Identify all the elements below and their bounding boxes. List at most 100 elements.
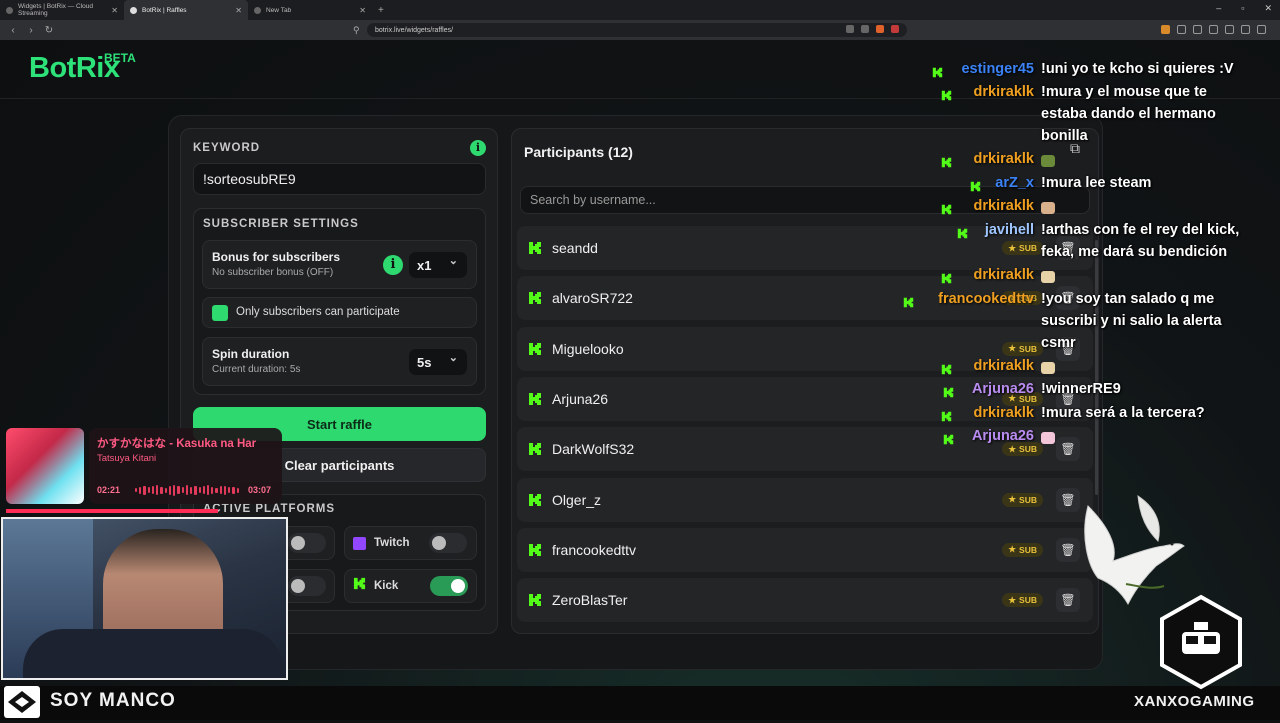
keyword-input[interactable]: !sorteosubRE9 — [193, 163, 486, 195]
song-title: かすかなはな - Kasuka na Har — [97, 438, 257, 450]
subscriber-settings-label: SUBSCRIBER SETTINGS — [203, 218, 359, 230]
song-artist: Tatsuya Kitani — [97, 453, 157, 464]
extension-icons — [1161, 25, 1266, 34]
chat-emote — [1041, 202, 1055, 214]
participant-name: DarkWolfS32 — [552, 441, 635, 458]
album-art — [6, 428, 84, 504]
chat-message: !mura y el mouse que te — [1041, 84, 1207, 100]
chat-username: drkiraklk — [973, 198, 1034, 214]
sub-badge: ★ SUB — [1002, 542, 1043, 557]
participants-title: Participants (12) — [524, 144, 633, 160]
sub-badge-label: SUB — [1019, 343, 1037, 354]
search-placeholder: Search by username... — [530, 193, 656, 207]
chat-message: !uni yo te kcho si quieres :V — [1041, 61, 1234, 77]
keyword-value: !sorteosubRE9 — [203, 171, 296, 187]
kick-icon — [941, 271, 952, 284]
chat-username: arZ_x — [995, 175, 1034, 191]
url-icons — [846, 25, 899, 33]
trash-icon: 🗑 — [1060, 442, 1076, 457]
reload-icon[interactable]: ↻ — [44, 25, 54, 36]
rewards-icon[interactable] — [891, 25, 899, 33]
close-window-icon[interactable]: ✕ — [1264, 3, 1272, 14]
webcam-feed — [1, 517, 288, 680]
chat-username: estinger45 — [961, 61, 1034, 77]
restore-icon[interactable]: ▫ — [1241, 3, 1244, 14]
forward-icon[interactable]: › — [26, 25, 36, 36]
chat-message: !winnerRE9 — [1041, 381, 1121, 397]
scrollbar[interactable] — [1095, 240, 1098, 495]
bonus-select[interactable]: x1 ⌄ — [409, 252, 467, 278]
chat-emote — [1041, 362, 1055, 374]
twitch-toggle[interactable] — [429, 533, 467, 553]
menu-icon[interactable] — [1257, 25, 1266, 34]
delete-participant-button[interactable]: 🗑 — [1056, 437, 1080, 462]
chat-emote — [1041, 432, 1055, 444]
other-toggle[interactable] — [288, 576, 326, 596]
song-current-time: 02:21 — [97, 485, 121, 495]
participant-row: francookedttv ★ SUB 🗑 — [517, 527, 1093, 572]
star-icon: ★ — [1008, 242, 1017, 253]
extension-icon[interactable] — [1161, 25, 1170, 34]
bookmark-icon[interactable]: ⚲ — [353, 25, 360, 36]
zoom-icon[interactable] — [846, 25, 854, 33]
extension-icon[interactable] — [1193, 25, 1202, 34]
spin-select[interactable]: 5s ⌄ — [409, 349, 467, 375]
spin-value: 5s — [417, 354, 432, 370]
new-tab-icon[interactable]: + — [378, 5, 384, 16]
streamer-shirt — [23, 629, 283, 678]
bonus-subtitle: No subscriber bonus (OFF) — [212, 267, 334, 278]
kick-icon — [528, 342, 542, 356]
chat-emote — [1041, 271, 1055, 283]
tab-label: New Tab — [266, 6, 292, 14]
extension-icon[interactable] — [1177, 25, 1186, 34]
chat-message: estaba dando el hermano — [1041, 106, 1216, 122]
brand-name: XANXOGAMING — [1134, 693, 1255, 710]
star-icon: ★ — [1008, 544, 1017, 555]
kick-icon — [932, 65, 943, 78]
address-bar[interactable]: ⚲ botrix.live/widgets/raffles/ — [353, 23, 907, 37]
youtube-toggle[interactable] — [288, 533, 326, 553]
sidebar-icon[interactable] — [1225, 25, 1234, 34]
dove-image — [1068, 486, 1188, 610]
star-icon: ★ — [1008, 594, 1017, 605]
brave-shield-icon[interactable] — [876, 25, 884, 33]
kick-icon — [943, 432, 954, 445]
close-icon[interactable]: ✕ — [235, 6, 242, 15]
sub-badge: ★ SUB — [1002, 593, 1043, 608]
tab-label: Widgets | BotRix — Cloud Streaming — [18, 3, 94, 17]
chat-message: !you soy tan salado q me — [1041, 291, 1215, 307]
song-progress-bar — [6, 509, 218, 513]
participant-row: ZeroBlasTer ★ SUB 🗑 — [517, 578, 1093, 623]
star-icon: ★ — [1008, 443, 1017, 454]
minimize-icon[interactable]: – — [1216, 3, 1221, 14]
tab-raffles[interactable]: BotRix | Raffles ✕ — [124, 0, 248, 20]
sub-badge: ★ SUB — [1002, 341, 1043, 356]
info-icon[interactable]: i — [383, 255, 403, 275]
tab-widgets[interactable]: Widgets | BotRix — Cloud Streaming ✕ — [0, 0, 124, 20]
kick-toggle[interactable] — [430, 576, 468, 596]
chat-message: bonilla — [1041, 128, 1088, 144]
participant-name: ZeroBlasTer — [552, 592, 628, 609]
extension-icon[interactable] — [1209, 25, 1218, 34]
spin-title: Spin duration — [212, 347, 290, 361]
browser-tab-bar: Widgets | BotRix — Cloud Streaming ✕ BotR… — [0, 0, 1280, 20]
twitch-label: Twitch — [374, 537, 410, 549]
share-icon[interactable] — [861, 25, 869, 33]
sub-badge-label: SUB — [1019, 595, 1037, 606]
participant-name: alvaroSR722 — [552, 290, 633, 307]
only-subs-checkbox[interactable] — [212, 305, 228, 321]
wallet-icon[interactable] — [1241, 25, 1250, 34]
tab-new[interactable]: New Tab ✕ — [248, 0, 372, 20]
toggle-knob — [451, 579, 465, 593]
kick-icon — [903, 295, 914, 308]
kick-icon — [353, 577, 366, 595]
close-icon[interactable]: ✕ — [111, 6, 118, 15]
kick-icon — [941, 409, 952, 422]
participant-name: seandd — [552, 240, 598, 256]
kick-icon — [941, 202, 952, 215]
back-icon[interactable]: ‹ — [8, 25, 18, 36]
toggle-knob — [291, 579, 305, 593]
close-icon[interactable]: ✕ — [359, 6, 366, 15]
participant-name: Olger_z — [552, 491, 602, 508]
info-icon[interactable]: i — [470, 140, 486, 156]
